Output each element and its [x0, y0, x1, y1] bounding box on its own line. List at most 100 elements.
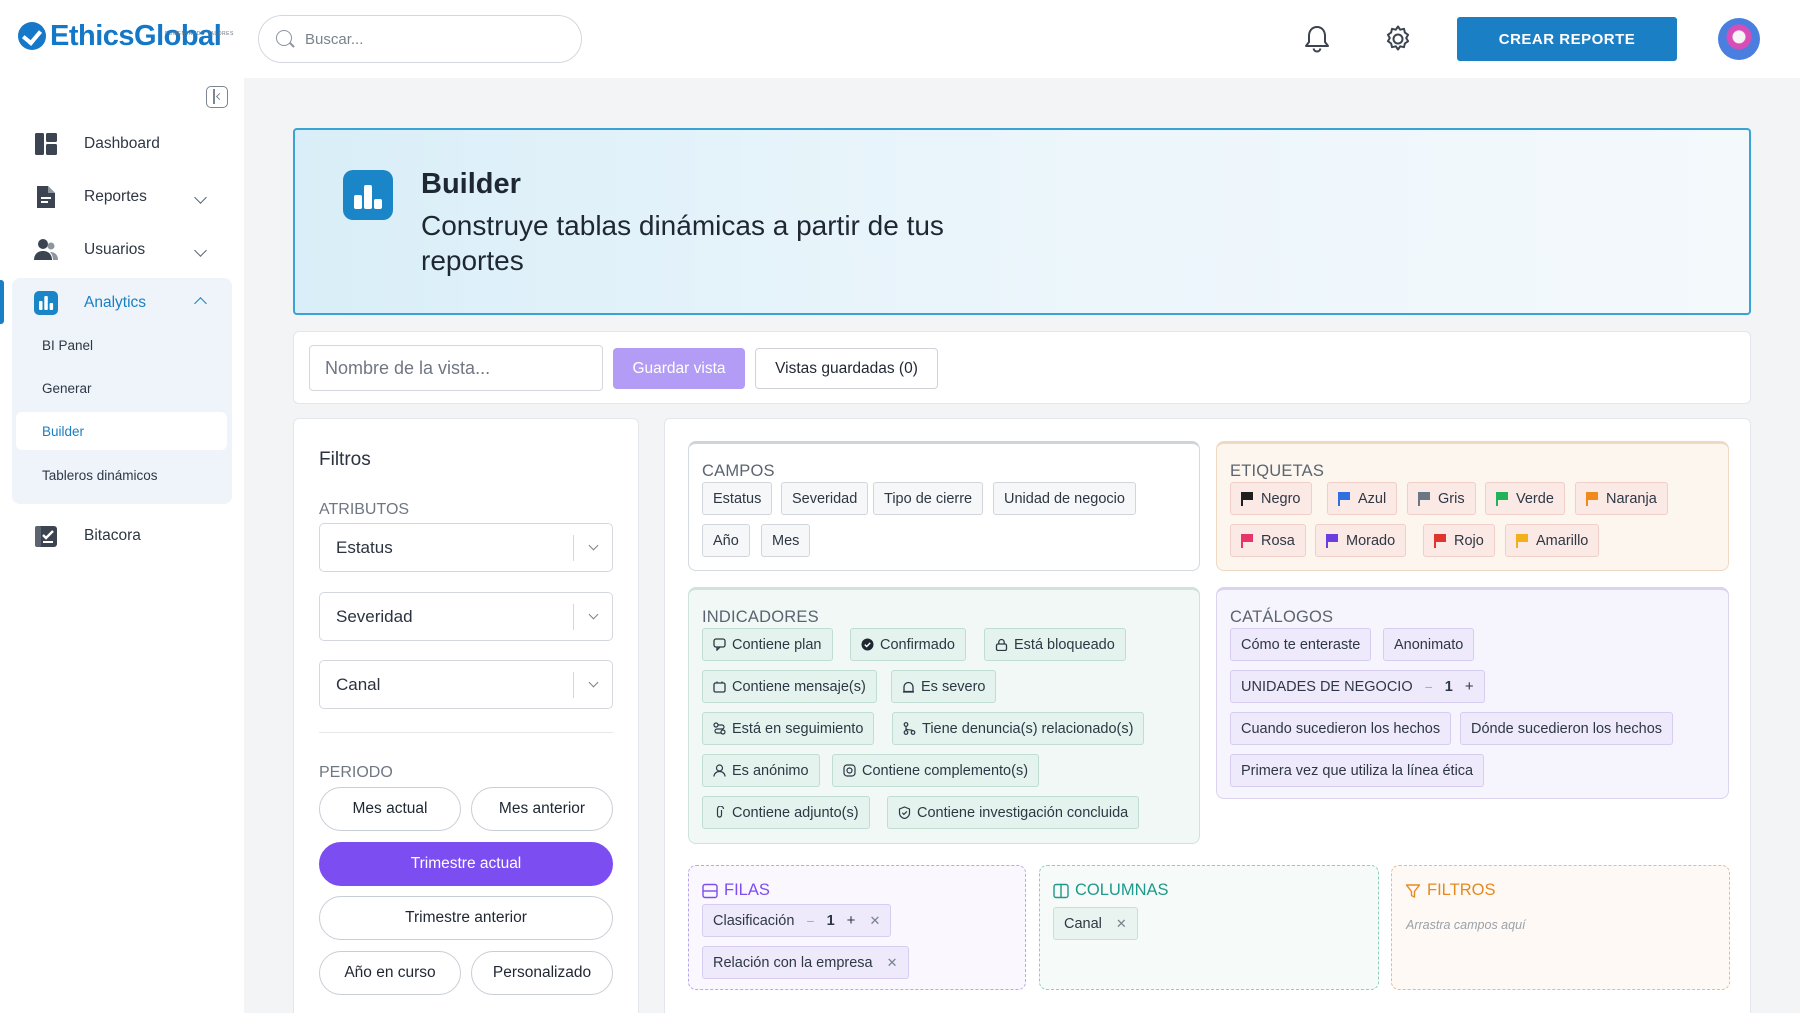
sidebar-item-dashboard[interactable]: Dashboard — [0, 121, 232, 167]
tag-chip-morado[interactable]: Morado — [1315, 524, 1407, 557]
indicator-label: Es severo — [921, 678, 986, 695]
sidebar-subitem-generar[interactable]: Generar — [42, 381, 92, 396]
tag-label: Morado — [1346, 532, 1396, 549]
severidad-select[interactable]: Severidad — [319, 592, 613, 641]
indicator-chip[interactable]: Es severo — [891, 670, 997, 703]
users-icon — [34, 239, 58, 260]
sidebar-subitem-tableros[interactable]: Tableros dinámicos — [42, 468, 158, 483]
view-toolbar: Guardar vista Vistas guardadas (0) — [293, 331, 1751, 404]
tag-chip-naranja[interactable]: Naranja — [1575, 482, 1668, 515]
increment-button[interactable]: + — [1465, 678, 1474, 695]
bell-icon[interactable] — [1300, 22, 1334, 56]
tag-label: Rojo — [1454, 532, 1484, 549]
saved-views-button[interactable]: Vistas guardadas (0) — [755, 348, 938, 389]
indicator-label: Tiene denuncia(s) relacionado(s) — [922, 720, 1134, 737]
indicator-chip[interactable]: Contiene complemento(s) — [832, 754, 1040, 787]
tag-chip-azul[interactable]: Azul — [1327, 482, 1398, 515]
rows-dropzone[interactable]: FILAS Clasificación − 1 + ✕ Relación con… — [688, 865, 1026, 990]
tag-chip-gris[interactable]: Gris — [1407, 482, 1476, 515]
catalog-chip[interactable]: Cómo te enteraste — [1230, 628, 1372, 661]
gear-icon[interactable] — [1381, 22, 1415, 56]
columns-title: COLUMNAS — [1053, 881, 1169, 900]
tag-chip-amarillo[interactable]: Amarillo — [1505, 524, 1600, 557]
flag-icon — [1241, 533, 1253, 548]
catalog-chip-unidades[interactable]: UNIDADES DE NEGOCIO − 1 + — [1230, 670, 1485, 703]
filters-dropzone[interactable]: FILTROS Arrastra campos aquí — [1391, 865, 1730, 990]
user-avatar[interactable] — [1718, 18, 1760, 60]
field-chip[interactable]: Unidad de negocio — [993, 482, 1136, 515]
columns-dropzone[interactable]: COLUMNAS Canal ✕ — [1039, 865, 1379, 990]
tag-chip-verde[interactable]: Verde — [1485, 482, 1565, 515]
indicator-label: Confirmado — [880, 636, 955, 653]
indicator-chip[interactable]: Está en seguimiento — [702, 712, 875, 745]
field-chip[interactable]: Estatus — [702, 482, 773, 515]
period-ano-en-curso[interactable]: Año en curso — [319, 951, 461, 995]
decrement-button[interactable]: − — [1425, 679, 1433, 695]
canal-select[interactable]: Canal — [319, 660, 613, 709]
remove-icon[interactable]: ✕ — [1116, 916, 1127, 932]
period-trimestre-actual[interactable]: Trimestre actual — [319, 842, 613, 886]
row-chip-clasificacion[interactable]: Clasificación − 1 + ✕ — [702, 904, 892, 937]
save-view-button[interactable]: Guardar vista — [613, 348, 745, 389]
bar-chart-icon — [343, 170, 393, 220]
period-personalizado[interactable]: Personalizado — [471, 951, 613, 995]
create-report-button[interactable]: CREAR REPORTE — [1457, 17, 1677, 61]
sidebar-item-label: Reportes — [84, 188, 147, 205]
sidebar-item-label: Analytics — [84, 294, 147, 311]
indicator-chip[interactable]: Contiene mensaje(s) — [702, 670, 877, 703]
complement-icon — [843, 764, 856, 777]
view-name-input[interactable] — [309, 345, 603, 391]
chevron-down-icon — [588, 609, 599, 620]
flag-icon — [1496, 491, 1508, 506]
field-chip[interactable]: Severidad — [781, 482, 869, 515]
etiquetas-title: ETIQUETAS — [1230, 462, 1325, 480]
indicator-chip[interactable]: Confirmado — [850, 628, 966, 661]
indicator-chip[interactable]: Tiene denuncia(s) relacionado(s) — [892, 712, 1145, 745]
sidebar-item-reportes[interactable]: Reportes — [0, 174, 232, 220]
field-chip[interactable]: Mes — [761, 524, 811, 557]
catalog-chip[interactable]: Primera vez que utiliza la línea ética — [1230, 754, 1485, 787]
period-mes-actual[interactable]: Mes actual — [319, 787, 461, 831]
tag-chip-negro[interactable]: Negro — [1230, 482, 1312, 515]
period-trimestre-anterior[interactable]: Trimestre anterior — [319, 896, 613, 940]
campos-box: CAMPOS Estatus Severidad Tipo de cierre … — [688, 441, 1200, 571]
indicator-chip[interactable]: Está bloqueado — [984, 628, 1126, 661]
row-chip-relacion[interactable]: Relación con la empresa ✕ — [702, 946, 909, 979]
indicator-chip[interactable]: Contiene adjunto(s) — [702, 796, 870, 829]
sidebar-subitem-bi-panel[interactable]: BI Panel — [42, 338, 93, 353]
select-value: Canal — [336, 674, 381, 694]
catalog-chip[interactable]: Anonimato — [1383, 628, 1475, 661]
tag-label: Azul — [1358, 490, 1387, 507]
indicator-chip[interactable]: Es anónimo — [702, 754, 820, 787]
catalogos-box: CATÁLOGOS Cómo te enteraste Anonimato UN… — [1216, 587, 1729, 799]
chevron-up-icon — [194, 296, 207, 310]
flag-icon — [1326, 533, 1338, 548]
remove-icon[interactable]: ✕ — [887, 955, 898, 971]
estatus-select[interactable]: Estatus — [319, 523, 613, 572]
sidebar-subitem-builder[interactable]: Builder — [42, 424, 84, 439]
catalog-chip[interactable]: Dónde sucedieron los hechos — [1460, 712, 1674, 745]
period-mes-anterior[interactable]: Mes anterior — [471, 787, 613, 831]
sidebar-item-bitacora[interactable]: Bitacora — [0, 513, 232, 559]
document-icon — [37, 186, 55, 208]
field-chip[interactable]: Tipo de cierre — [873, 482, 984, 515]
decrement-button[interactable]: − — [806, 913, 814, 929]
increment-button[interactable]: + — [847, 912, 856, 929]
indicator-label: Está en seguimiento — [732, 720, 864, 737]
field-chip[interactable]: Año — [702, 524, 750, 557]
sidebar-item-analytics[interactable]: Analytics — [0, 280, 232, 326]
indicator-chip[interactable]: Contiene plan — [702, 628, 833, 661]
search-input[interactable] — [305, 30, 545, 48]
collapse-sidebar-icon[interactable] — [206, 86, 228, 108]
remove-icon[interactable]: ✕ — [869, 913, 880, 929]
column-chip-canal[interactable]: Canal ✕ — [1053, 907, 1138, 940]
chevron-down-icon — [194, 190, 207, 204]
catalog-chip[interactable]: Cuando sucedieron los hechos — [1230, 712, 1452, 745]
tag-chip-rosa[interactable]: Rosa — [1230, 524, 1306, 557]
tag-chip-rojo[interactable]: Rojo — [1423, 524, 1495, 557]
attributes-label: ATRIBUTOS — [319, 501, 410, 518]
level-stepper: − 1 + — [806, 912, 855, 929]
search-box[interactable] — [258, 15, 582, 63]
indicator-chip[interactable]: Contiene investigación concluida — [887, 796, 1140, 829]
sidebar-item-usuarios[interactable]: Usuarios — [0, 227, 232, 273]
